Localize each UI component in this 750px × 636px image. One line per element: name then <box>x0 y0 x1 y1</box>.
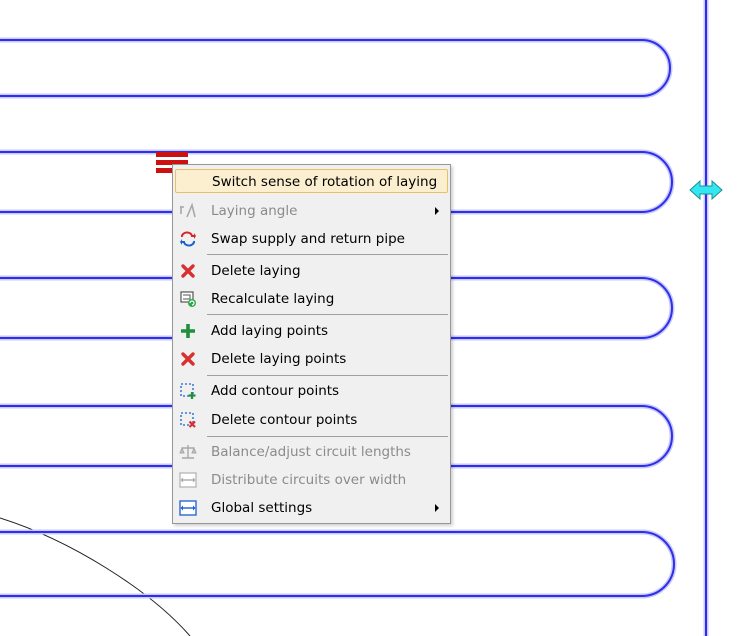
menu-item-balance-circuits[interactable]: Balance/adjust circuit lengths <box>175 440 448 464</box>
distribute-width-icon <box>179 472 197 488</box>
menu-item-distribute-circuits[interactable]: Distribute circuits over width <box>175 468 448 492</box>
menu-item-label: Recalculate laying <box>211 291 335 307</box>
menu-item-label: Add laying points <box>211 323 329 339</box>
balance-icon <box>179 445 197 459</box>
menu-item-label: Distribute circuits over width <box>211 472 407 488</box>
menu-item-delete-laying[interactable]: Delete laying <box>175 259 448 283</box>
menu-item-label: Delete laying points <box>211 351 347 367</box>
menu-separator <box>207 254 448 255</box>
menu-item-switch-rotation[interactable]: Switch sense of rotation of laying <box>175 169 448 193</box>
add-icon <box>181 324 195 338</box>
global-settings-icon <box>179 500 197 516</box>
delete-icon <box>181 264 195 278</box>
delete-icon <box>181 352 195 366</box>
menu-item-label: Laying angle <box>211 203 298 219</box>
laying-angle-icon <box>180 202 196 218</box>
menu-item-label: Delete contour points <box>211 412 358 428</box>
menu-item-laying-angle[interactable]: Laying angle <box>175 199 448 223</box>
menu-item-recalculate-laying[interactable]: Recalculate laying <box>175 287 448 311</box>
submenu-arrow-icon <box>435 207 439 215</box>
menu-item-label: Delete laying <box>211 263 301 279</box>
recalculate-icon <box>180 291 196 307</box>
menu-item-delete-laying-points[interactable]: Delete laying points <box>175 347 448 371</box>
menu-separator <box>207 375 448 376</box>
menu-item-swap-pipes[interactable]: Swap supply and return pipe <box>175 227 448 251</box>
swap-pipes-icon <box>180 231 196 247</box>
menu-item-delete-contour-points[interactable]: Delete contour points <box>175 408 448 432</box>
menu-separator <box>207 436 448 437</box>
menu-item-add-laying-points[interactable]: Add laying points <box>175 319 448 343</box>
menu-separator <box>207 314 448 315</box>
menu-item-label: Swap supply and return pipe <box>211 231 405 247</box>
menu-item-global-settings[interactable]: Global settings <box>175 496 448 520</box>
submenu-arrow-icon <box>435 504 439 512</box>
context-menu: Switch sense of rotation of laying Layin… <box>172 164 451 524</box>
menu-item-add-contour-points[interactable]: Add contour points <box>175 379 448 403</box>
menu-item-label: Balance/adjust circuit lengths <box>211 444 411 460</box>
menu-item-label: Switch sense of rotation of laying <box>212 174 438 190</box>
resize-double-arrow-icon[interactable] <box>688 178 724 202</box>
delete-contour-points-icon <box>180 412 196 428</box>
menu-item-label: Global settings <box>211 500 313 516</box>
contour-arc <box>0 517 191 636</box>
menu-item-label: Add contour points <box>211 383 340 399</box>
add-contour-points-icon <box>180 383 196 399</box>
